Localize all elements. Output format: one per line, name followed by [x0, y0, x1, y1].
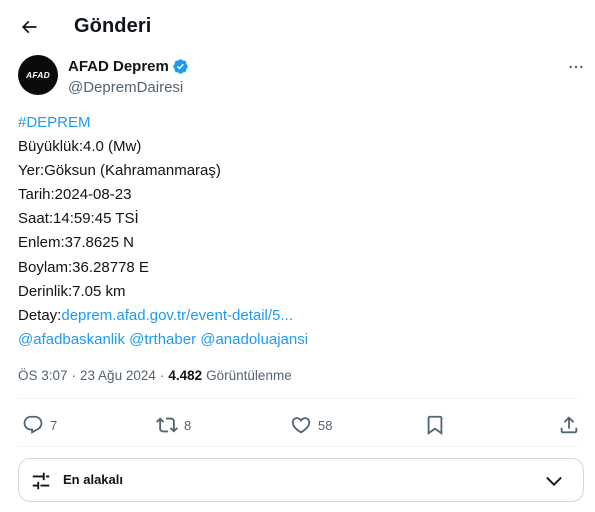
- arrow-left-icon: [21, 20, 37, 34]
- verified-badge-icon: [172, 58, 189, 75]
- mention-link[interactable]: @afadbaskanlik: [18, 331, 125, 348]
- tweet-line-depth: Derinlik:7.05 km: [18, 282, 126, 300]
- more-dots-icon: [569, 65, 583, 69]
- reply-icon: [23, 415, 43, 434]
- tweet-meta: ÖS 3:07 · 23 Ağu 2024 · 4.482 Görüntülen…: [18, 368, 292, 383]
- meta-separator: ·: [159, 368, 165, 383]
- tweet-text: #DEPREM Büyüklük:4.0 (Mw) Yer:Göksun (Ka…: [18, 111, 578, 352]
- divider: [18, 398, 578, 399]
- page-title: Gönderi: [74, 15, 152, 37]
- reply-button[interactable]: 7: [22, 414, 57, 436]
- reply-count: 7: [50, 417, 58, 433]
- tweet-line-latitude: Enlem:37.8625 N: [18, 234, 134, 252]
- mention-link[interactable]: @trthaber: [129, 331, 196, 348]
- back-button[interactable]: [14, 12, 44, 42]
- author-handle[interactable]: @DepremDairesi: [68, 79, 183, 96]
- mentions-line: @afadbaskanlik @trthaber @anadoluajansi: [18, 328, 578, 352]
- detail-link[interactable]: deprem.afad.gov.tr/event-detail/5...: [61, 307, 293, 324]
- like-count: 58: [318, 417, 333, 433]
- detail-label: Detay:: [18, 306, 62, 324]
- bookmark-icon: [427, 415, 443, 436]
- mention-link[interactable]: @anadoluajansi: [200, 331, 308, 348]
- tweet-line-magnitude: Büyüklük:4.0 (Mw): [18, 138, 142, 156]
- share-icon: [560, 416, 578, 434]
- more-options-button[interactable]: [564, 57, 588, 77]
- avatar[interactable]: AFAD: [18, 55, 58, 95]
- header-bar: Gönderi: [0, 0, 595, 56]
- reply-sort-dropdown[interactable]: En alakalı: [18, 458, 584, 502]
- tweet-line-detail: Detay:deprem.afad.gov.tr/event-detail/5.…: [18, 304, 578, 328]
- tweet-line-location: Yer:Göksun (Kahramanmaraş): [18, 162, 221, 180]
- sort-selected-label: En alakalı: [63, 472, 123, 487]
- retweet-icon: [156, 417, 178, 433]
- bookmark-button[interactable]: [424, 414, 446, 436]
- meta-separator: ·: [71, 368, 77, 383]
- author-display-name[interactable]: AFAD Deprem: [68, 58, 169, 75]
- chevron-down-icon: [546, 476, 562, 486]
- views-label: Görüntülenme: [206, 368, 292, 383]
- action-bar: 7 8 58: [18, 410, 580, 442]
- like-button[interactable]: 58: [290, 414, 332, 436]
- sliders-icon: [32, 472, 50, 490]
- heart-icon: [291, 417, 311, 434]
- tweet-author: AFAD AFAD Deprem @DepremDairesi: [18, 55, 583, 97]
- hashtag-link[interactable]: #DEPREM: [18, 111, 578, 135]
- name-row: AFAD Deprem: [68, 58, 189, 75]
- tweet-line-longitude: Boylam:36.28778 E: [18, 258, 149, 276]
- post-date[interactable]: 23 Ağu 2024: [80, 368, 156, 383]
- tweet-line-time: Saat:14:59:45 TSİ: [18, 210, 139, 228]
- tweet-line-date: Tarih:2024-08-23: [18, 186, 132, 204]
- post-time[interactable]: ÖS 3:07: [18, 368, 68, 383]
- share-button[interactable]: [558, 414, 580, 436]
- retweet-button[interactable]: 8: [156, 414, 191, 436]
- divider: [18, 446, 578, 447]
- avatar-logo-text: AFAD: [26, 70, 50, 80]
- retweet-count: 8: [184, 417, 192, 433]
- views-count: 4.482: [168, 368, 203, 383]
